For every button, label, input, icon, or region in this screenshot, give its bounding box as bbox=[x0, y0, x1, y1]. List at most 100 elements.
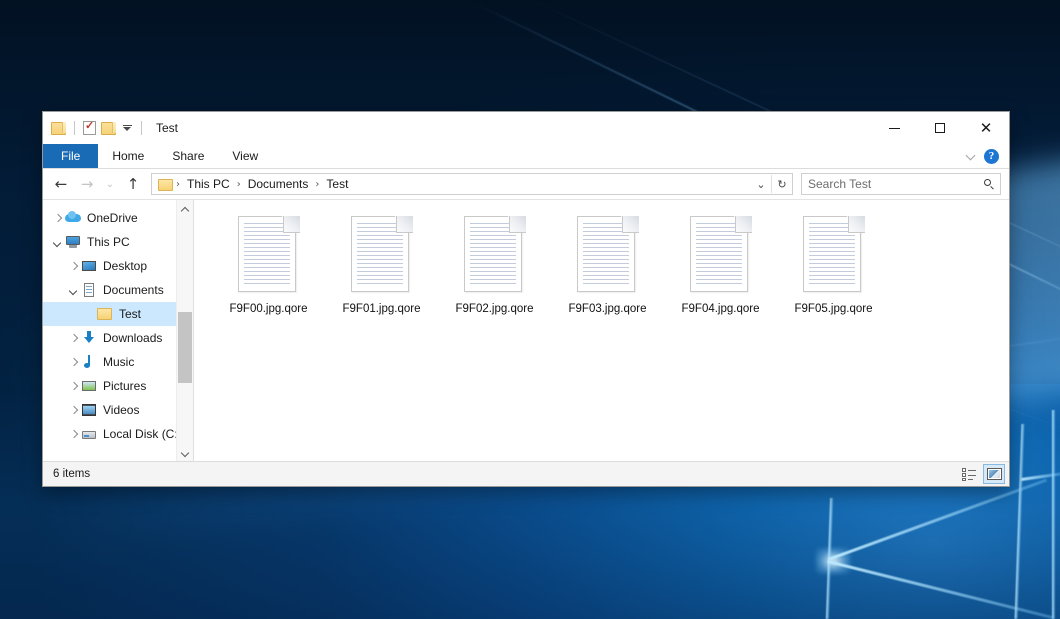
expand-toggle[interactable] bbox=[65, 398, 81, 422]
list-item[interactable]: F9F05.jpg.qore bbox=[777, 214, 890, 316]
file-name: F9F04.jpg.qore bbox=[679, 302, 763, 316]
list-item[interactable]: F9F01.jpg.qore bbox=[325, 214, 438, 316]
scroll-down-arrow[interactable] bbox=[177, 444, 194, 461]
close-button[interactable]: ✕ bbox=[963, 112, 1009, 144]
expand-toggle[interactable] bbox=[65, 278, 81, 302]
list-item[interactable]: F9F03.jpg.qore bbox=[551, 214, 664, 316]
sidebar-item-videos[interactable]: Videos bbox=[43, 398, 193, 422]
address-history-icon[interactable]: ⌄ bbox=[751, 174, 771, 194]
file-name: F9F00.jpg.qore bbox=[227, 302, 311, 316]
sidebar-item-this-pc[interactable]: This PC bbox=[43, 230, 193, 254]
generic-document-icon bbox=[351, 216, 413, 296]
new-folder-icon[interactable] bbox=[101, 122, 116, 135]
scroll-up-arrow[interactable] bbox=[177, 200, 194, 217]
sidebar-item-label: Desktop bbox=[103, 259, 147, 273]
sidebar-item-music[interactable]: Music bbox=[43, 350, 193, 374]
sidebar-item-desktop[interactable]: Desktop bbox=[43, 254, 193, 278]
expand-toggle[interactable] bbox=[49, 206, 65, 230]
minimize-button[interactable] bbox=[871, 112, 917, 144]
chevron-down-icon bbox=[70, 287, 77, 294]
expand-toggle[interactable] bbox=[65, 422, 81, 446]
address-bar[interactable]: › This PC › Documents › Test ⌄ ↻ bbox=[151, 173, 793, 195]
title-bar: Test ✕ bbox=[43, 112, 1009, 144]
window-title: Test bbox=[156, 121, 178, 135]
generic-document-icon bbox=[803, 216, 865, 296]
forward-button[interactable]: → bbox=[75, 172, 99, 196]
expand-toggle[interactable] bbox=[65, 350, 81, 374]
breadcrumb: › This PC › Documents › Test bbox=[156, 177, 751, 191]
back-button[interactable]: ← bbox=[49, 172, 73, 196]
localdisk-icon bbox=[81, 426, 97, 442]
tab-home[interactable]: Home bbox=[98, 144, 158, 168]
file-list-view[interactable]: F9F00.jpg.qore F9F01.jpg.qore bbox=[194, 200, 1009, 461]
sidebar-item-label: Downloads bbox=[103, 331, 162, 345]
list-item[interactable]: F9F02.jpg.qore bbox=[438, 214, 551, 316]
breadcrumb-documents[interactable]: Documents bbox=[244, 177, 313, 191]
chevron-right-icon bbox=[70, 335, 77, 342]
maximize-icon bbox=[935, 123, 945, 133]
folder-icon bbox=[97, 306, 113, 322]
status-bar: 6 items bbox=[43, 461, 1009, 486]
quick-access-toolbar: Test bbox=[43, 112, 178, 144]
sidebar-item-onedrive[interactable]: OneDrive bbox=[43, 206, 193, 230]
sidebar-item-test[interactable]: Test bbox=[43, 302, 193, 326]
icon-grid: F9F00.jpg.qore F9F01.jpg.qore bbox=[212, 214, 999, 316]
view-mode-buttons bbox=[958, 464, 1005, 484]
expand-toggle[interactable] bbox=[65, 254, 81, 278]
toolbar-divider bbox=[74, 121, 75, 135]
search-box[interactable]: Search Test bbox=[801, 173, 1001, 195]
documents-icon bbox=[81, 282, 97, 298]
sidebar-item-pictures[interactable]: Pictures bbox=[43, 374, 193, 398]
chevron-down-icon[interactable] bbox=[121, 125, 133, 131]
large-icons-view-icon bbox=[987, 468, 1002, 480]
folder-icon[interactable] bbox=[158, 179, 173, 191]
recent-locations-button[interactable]: ⌄ bbox=[101, 172, 119, 196]
folder-icon[interactable] bbox=[51, 122, 66, 135]
breadcrumb-test[interactable]: Test bbox=[322, 177, 352, 191]
desktop-icon bbox=[81, 258, 97, 274]
toolbar-divider bbox=[141, 121, 142, 135]
maximize-button[interactable] bbox=[917, 112, 963, 144]
properties-checkbox-icon[interactable] bbox=[83, 121, 96, 135]
sidebar-item-local-disk[interactable]: Local Disk (C:) bbox=[43, 422, 193, 446]
sidebar-item-label: Music bbox=[103, 355, 134, 369]
expand-toggle[interactable] bbox=[65, 326, 81, 350]
navigation-scrollbar[interactable] bbox=[176, 200, 193, 461]
generic-document-icon bbox=[464, 216, 526, 296]
refresh-icon[interactable]: ↻ bbox=[772, 174, 792, 194]
breadcrumb-this-pc[interactable]: This PC bbox=[183, 177, 234, 191]
help-icon[interactable]: ? bbox=[984, 149, 999, 164]
large-icons-view-button[interactable] bbox=[983, 464, 1005, 484]
tab-view[interactable]: View bbox=[218, 144, 272, 168]
ribbon-tab-strip: File Home Share View ? bbox=[43, 144, 1009, 169]
tab-share[interactable]: Share bbox=[158, 144, 218, 168]
sidebar-item-label: Local Disk (C:) bbox=[103, 427, 182, 441]
close-icon: ✕ bbox=[980, 121, 993, 136]
explorer-body: OneDrive This PC Desktop bbox=[43, 199, 1009, 461]
chevron-right-icon bbox=[70, 407, 77, 414]
expand-toggle[interactable] bbox=[65, 374, 81, 398]
music-icon bbox=[81, 354, 97, 370]
sidebar-item-label: OneDrive bbox=[87, 211, 138, 225]
search-input[interactable]: Search Test bbox=[808, 177, 983, 191]
sidebar-item-documents[interactable]: Documents bbox=[43, 278, 193, 302]
sidebar-item-downloads[interactable]: Downloads bbox=[43, 326, 193, 350]
desktop: Test ✕ File Home Share View ? bbox=[0, 0, 1060, 619]
chevron-right-icon bbox=[70, 431, 77, 438]
window-controls: ✕ bbox=[871, 112, 1009, 144]
scrollbar-track[interactable] bbox=[177, 217, 194, 444]
up-button[interactable]: ↑ bbox=[121, 172, 145, 196]
scrollbar-thumb[interactable] bbox=[178, 312, 192, 382]
list-item[interactable]: F9F04.jpg.qore bbox=[664, 214, 777, 316]
search-icon[interactable] bbox=[983, 178, 996, 191]
onedrive-icon bbox=[65, 210, 81, 226]
videos-icon bbox=[81, 402, 97, 418]
thispc-icon bbox=[65, 234, 81, 250]
chevron-down-icon[interactable] bbox=[966, 151, 976, 161]
sidebar-item-label: Documents bbox=[103, 283, 164, 297]
tab-file[interactable]: File bbox=[43, 144, 98, 168]
list-item[interactable]: F9F00.jpg.qore bbox=[212, 214, 325, 316]
chevron-right-icon bbox=[70, 263, 77, 270]
details-view-button[interactable] bbox=[958, 464, 980, 484]
expand-toggle[interactable] bbox=[49, 230, 65, 254]
